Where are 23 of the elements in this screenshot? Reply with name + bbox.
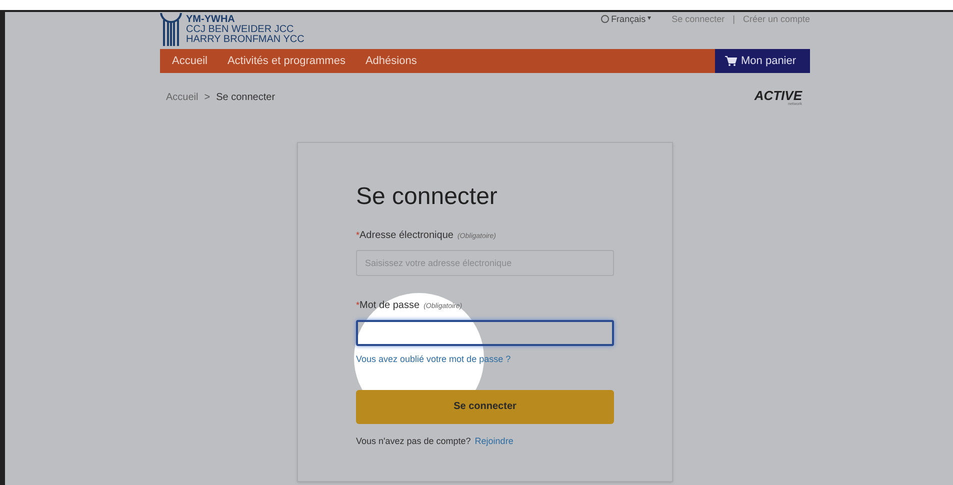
partner-logo: ACTIVE — [754, 89, 802, 102]
forgot-password-link[interactable]: Vous avez oublié votre mot de passe ? — [356, 353, 511, 366]
breadcrumb-link[interactable]: Accueil — [166, 90, 198, 105]
breadcrumb-separator: > — [204, 91, 210, 105]
breadcrumb-current: Se connecter — [216, 91, 276, 105]
logo-text: YM-YWHA — [186, 15, 236, 25]
text-field[interactable] — [356, 320, 614, 346]
signup-prompt: Vous n'avez pas de compte? — [356, 434, 471, 448]
nav-link[interactable]: Activités et programmes — [227, 52, 346, 70]
header-link[interactable]: Se connecter — [672, 13, 725, 25]
logo-text: HARRY BRONFMAN YCC — [186, 35, 304, 45]
logo-icon — [160, 13, 182, 46]
nav-link[interactable]: Adhésions — [365, 52, 417, 70]
form-title: Se connecter — [356, 185, 498, 209]
cart-icon — [725, 56, 737, 66]
nav-link[interactable]: Accueil — [172, 52, 208, 70]
join-link[interactable]: Rejoindre — [474, 434, 514, 448]
header-link[interactable]: Créer un compte — [742, 13, 810, 25]
globe-icon — [601, 15, 610, 23]
sign-in-button[interactable]: Se connecter — [356, 390, 614, 424]
cart-button[interactable]: Mon panier — [715, 49, 810, 73]
logo-text: CCJ BEN WEIDER JCC — [186, 25, 295, 35]
separator-text: | — [732, 13, 735, 25]
